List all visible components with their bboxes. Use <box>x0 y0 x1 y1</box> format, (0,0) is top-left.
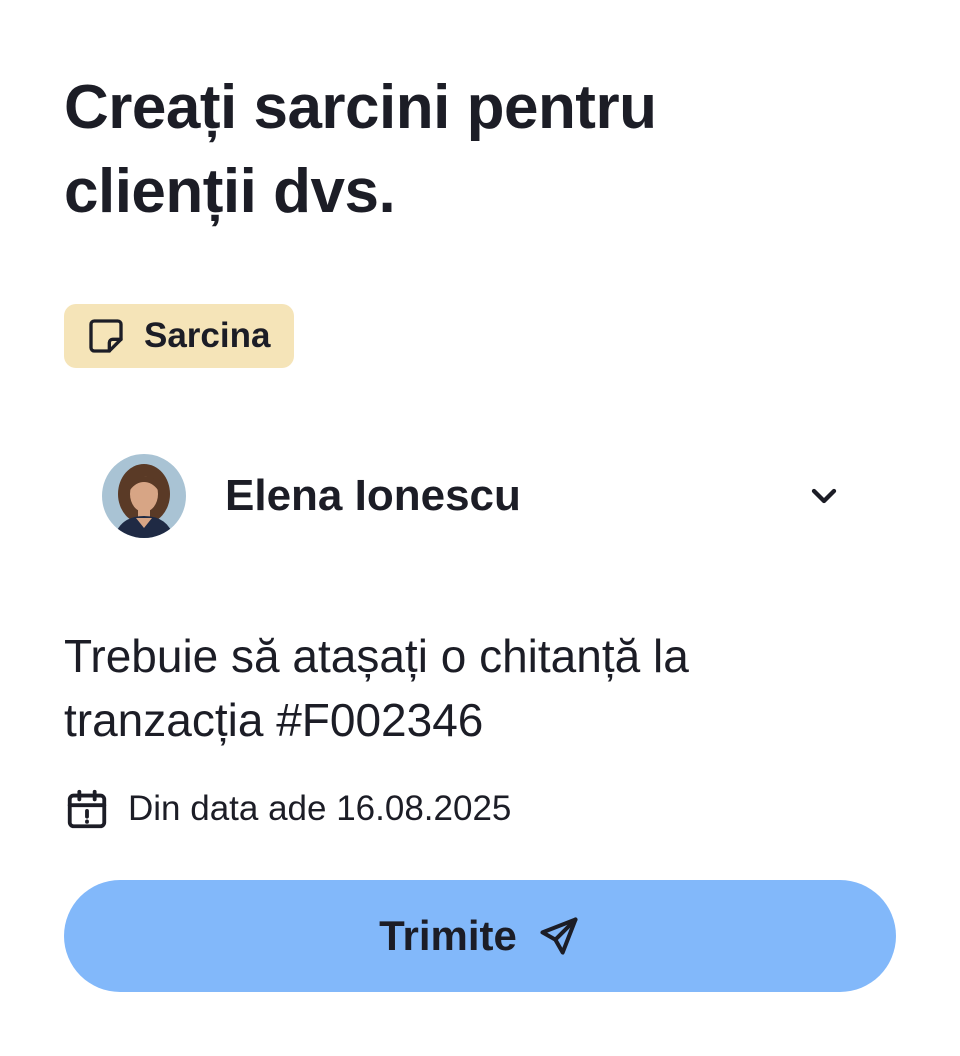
send-button[interactable]: Trimite <box>64 880 896 992</box>
task-type-label: Sarcina <box>144 316 271 355</box>
avatar <box>102 454 186 538</box>
assignee-name: Elena Ionescu <box>225 471 521 520</box>
task-date-text: Din data ade 16.08.2025 <box>128 789 512 828</box>
task-type-tag[interactable]: Sarcina <box>64 304 295 368</box>
task-description: Trebuie să atașați o chitanță la tranzac… <box>64 630 689 746</box>
task-date: Din data ade 16.08.2025 <box>64 786 511 832</box>
chevron-down-icon[interactable] <box>804 476 844 516</box>
page-title: Creați sarcini pentru clienții dvs. <box>64 73 657 226</box>
create-task-card: Creați sarcini pentru clienții dvs. Sarc… <box>0 0 960 1056</box>
assignee-selector[interactable]: Elena Ionescu <box>102 454 844 538</box>
sticky-note-icon <box>89 319 123 353</box>
send-icon <box>540 917 578 955</box>
calendar-alert-icon <box>67 789 107 829</box>
send-button-label: Trimite <box>379 912 517 959</box>
